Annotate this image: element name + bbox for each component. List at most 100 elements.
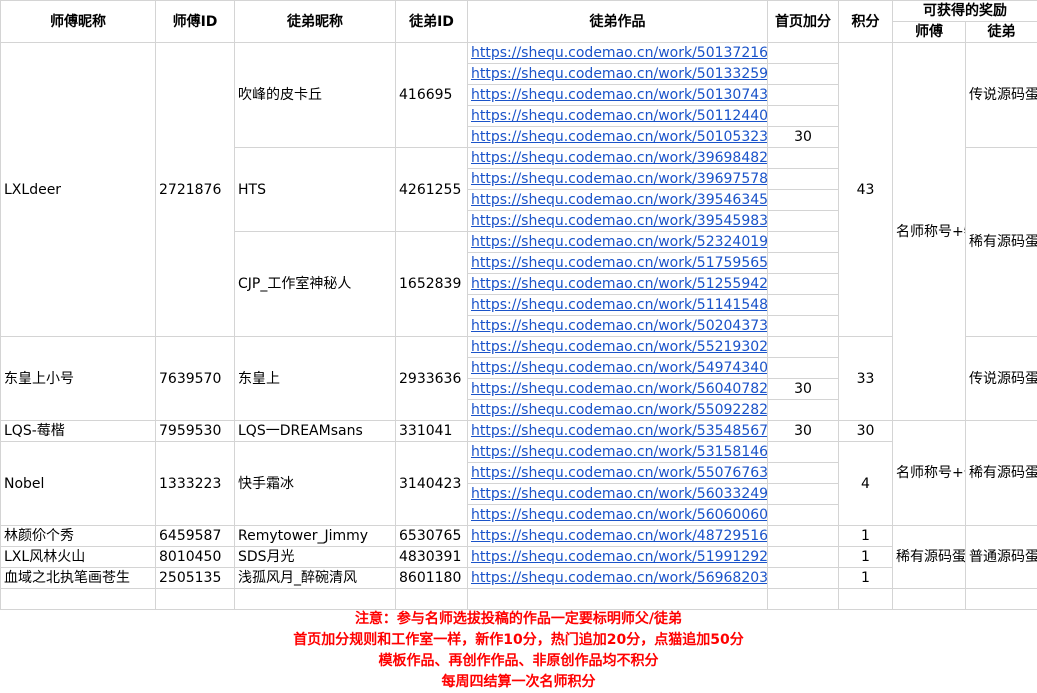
work-link[interactable]: https://shequ.codemao.cn/work/50105323 [468, 127, 768, 148]
work-link[interactable]: https://shequ.codemao.cn/work/56968203 [468, 568, 768, 589]
apprentice-name: Remytower_Jimmy [235, 526, 396, 547]
master-id: 7959530 [156, 421, 235, 442]
master-name: LXL风林火山 [1, 547, 156, 568]
master-name: 血域之北执笔画苍生 [1, 568, 156, 589]
bonus-cell [768, 274, 839, 295]
master-name: LXLdeer [1, 43, 156, 337]
work-link[interactable]: https://shequ.codemao.cn/work/55092282 [468, 400, 768, 421]
apprentice-id: 8601180 [396, 568, 468, 589]
bonus-cell [768, 64, 839, 85]
header-reward-apprentice: 徒弟 [966, 22, 1037, 43]
header-homepage-bonus: 首页加分 [768, 1, 839, 43]
master-id: 8010450 [156, 547, 235, 568]
empty-cell [235, 589, 396, 610]
note-line: 首页加分规则和工作室一样，新作10分，热门追加20分，点猫追加50分 [0, 630, 1037, 651]
bonus-cell [768, 442, 839, 463]
apprentice-name: SDS月光 [235, 547, 396, 568]
bonus-cell [768, 505, 839, 526]
work-link[interactable]: https://shequ.codemao.cn/work/56033249 [468, 484, 768, 505]
apprentice-name: 快手霜冰 [235, 442, 396, 526]
master-id: 2505135 [156, 568, 235, 589]
note-line: 注意：参与名师选拔投稿的作品一定要标明师父/徒弟 [0, 609, 1037, 630]
empty-cell [396, 589, 468, 610]
empty-cell [839, 589, 893, 610]
apprentice-name: LQS一DREAMsans [235, 421, 396, 442]
apprentice-name: HTS [235, 148, 396, 232]
master-name: 林颜伱个秀 [1, 526, 156, 547]
points-cell: 30 [839, 421, 893, 442]
apprentice-id: 1652839 [396, 232, 468, 337]
master-id: 7639570 [156, 337, 235, 421]
work-link[interactable]: https://shequ.codemao.cn/work/55219302 [468, 337, 768, 358]
work-link[interactable]: https://shequ.codemao.cn/work/51759565 [468, 253, 768, 274]
master-name: 东皇上小号 [1, 337, 156, 421]
bonus-cell [768, 253, 839, 274]
work-link[interactable]: https://shequ.codemao.cn/work/53158146 [468, 442, 768, 463]
reward-apprentice-rare: 稀有源码蛋一个+答题券5张 [966, 421, 1037, 526]
work-link[interactable]: https://shequ.codemao.cn/work/39546345 [468, 190, 768, 211]
reward-master-special: 名师称号+特级奖池任选周边一份 [893, 43, 966, 421]
header-reward-master: 师傅 [893, 22, 966, 43]
apprentice-id: 416695 [396, 43, 468, 148]
points-cell: 1 [839, 526, 893, 547]
master-id: 1333223 [156, 442, 235, 526]
bonus-cell: 30 [768, 127, 839, 148]
reward-master-rare: 稀有源码蛋1个+答题券5张 [893, 526, 966, 589]
work-link[interactable]: https://shequ.codemao.cn/work/55076763 [468, 463, 768, 484]
header-works: 徒弟作品 [468, 1, 768, 43]
bonus-cell [768, 400, 839, 421]
work-link[interactable]: https://shequ.codemao.cn/work/54974340 [468, 358, 768, 379]
apprentice-name: CJP_工作室神秘人 [235, 232, 396, 337]
reward-apprentice-rare: 稀有源码蛋一个+答题券5张 [966, 148, 1037, 337]
work-link[interactable]: https://shequ.codemao.cn/work/51141548 [468, 295, 768, 316]
reward-master-normal: 名师称号+普通奖池任选周边一份 [893, 421, 966, 526]
empty-cell [768, 589, 839, 610]
header-rewards: 可获得的奖励 [893, 1, 1037, 22]
points-cell: 43 [839, 43, 893, 337]
work-link[interactable]: https://shequ.codemao.cn/work/50137216 [468, 43, 768, 64]
empty-cell [468, 589, 768, 610]
note-line: 模板作品、再创作作品、非原创作品均不积分 [0, 651, 1037, 672]
master-name: LQS-莓楷 [1, 421, 156, 442]
bonus-cell [768, 169, 839, 190]
bonus-cell [768, 295, 839, 316]
work-link[interactable]: https://shequ.codemao.cn/work/56040782 [468, 379, 768, 400]
work-link[interactable]: https://shequ.codemao.cn/work/53548567 [468, 421, 768, 442]
work-link[interactable]: https://shequ.codemao.cn/work/39545983 [468, 211, 768, 232]
bonus-cell: 30 [768, 379, 839, 400]
work-link[interactable]: https://shequ.codemao.cn/work/48729516 [468, 526, 768, 547]
empty-cell [893, 589, 966, 610]
work-link[interactable]: https://shequ.codemao.cn/work/52324019 [468, 232, 768, 253]
bonus-cell [768, 463, 839, 484]
reward-apprentice-legend: 传说源码蛋一个+答题券5张 [966, 43, 1037, 148]
work-link[interactable]: https://shequ.codemao.cn/work/56060060 [468, 505, 768, 526]
bonus-cell [768, 43, 839, 64]
bonus-cell [768, 526, 839, 547]
bonus-cell: 30 [768, 421, 839, 442]
work-link[interactable]: https://shequ.codemao.cn/work/50112440 [468, 106, 768, 127]
bonus-cell [768, 232, 839, 253]
header-apprentice-id: 徒弟ID [396, 1, 468, 43]
bonus-cell [768, 568, 839, 589]
work-link[interactable]: https://shequ.codemao.cn/work/50204373 [468, 316, 768, 337]
work-link[interactable]: https://shequ.codemao.cn/work/39697578 [468, 169, 768, 190]
work-link[interactable]: https://shequ.codemao.cn/work/51991292 [468, 547, 768, 568]
bonus-cell [768, 106, 839, 127]
points-cell: 33 [839, 337, 893, 421]
reward-apprentice-normal: 普通源码蛋一个+答题券5 [966, 526, 1037, 589]
bonus-cell [768, 484, 839, 505]
apprentice-id: 3140423 [396, 442, 468, 526]
points-cell: 4 [839, 442, 893, 526]
work-link[interactable]: https://shequ.codemao.cn/work/50133259 [468, 64, 768, 85]
work-link[interactable]: https://shequ.codemao.cn/work/39698482 [468, 148, 768, 169]
empty-cell [156, 589, 235, 610]
bonus-cell [768, 316, 839, 337]
header-apprentice-name: 徒弟昵称 [235, 1, 396, 43]
work-link[interactable]: https://shequ.codemao.cn/work/50130743 [468, 85, 768, 106]
apprentice-name: 东皇上 [235, 337, 396, 421]
points-cell: 1 [839, 547, 893, 568]
work-link[interactable]: https://shequ.codemao.cn/work/51255942 [468, 274, 768, 295]
apprentice-id: 4261255 [396, 148, 468, 232]
apprentice-id: 2933636 [396, 337, 468, 421]
bonus-cell [768, 190, 839, 211]
